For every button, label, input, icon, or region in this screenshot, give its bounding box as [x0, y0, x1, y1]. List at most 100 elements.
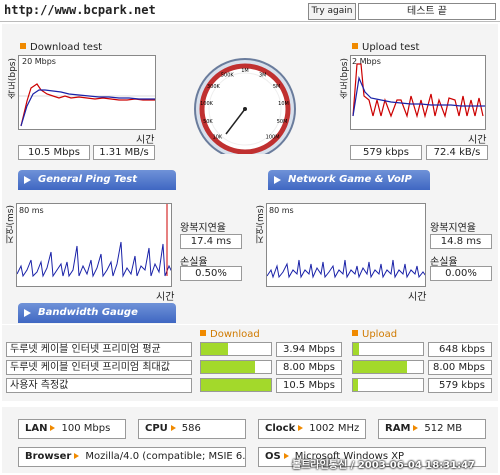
upload-value: 648 kbps [428, 342, 492, 357]
arrow-icon [298, 425, 304, 431]
gauge-tick-label: 10K [213, 135, 223, 141]
download-bar [200, 360, 272, 374]
download-scale: 20 Mbps [22, 57, 56, 66]
ram-info: RAM 512 MB [378, 419, 486, 439]
upload-bar-fill [353, 379, 358, 391]
ping-right-plot [266, 203, 426, 287]
ping-left-rtt: 17.4 ms [180, 234, 242, 249]
ping-left-scale: 80 ms [19, 206, 44, 215]
footer-stamp: 볼트라인통신 / 2003-06-04 18:31:47 [292, 460, 476, 471]
upload-bar [352, 360, 424, 374]
download-value: 3.94 Mbps [276, 342, 342, 357]
gauge-tick-label: 500K [221, 72, 235, 78]
upload-header-text: Upload [362, 329, 398, 340]
download-bar [200, 342, 272, 356]
clock-info: Clock 1002 MHz [258, 419, 366, 439]
cpu-info: CPU 586 [138, 419, 246, 439]
arrow-icon [170, 425, 176, 431]
download-title: Download test [20, 42, 102, 53]
url-text: http://www.bcpark.net [4, 3, 156, 17]
cpu-value: 586 [181, 423, 201, 434]
upload-scale: 2 Mbps [352, 57, 381, 66]
ping-left-graph [17, 204, 171, 278]
upload-xlabel: 시간 [468, 135, 487, 146]
download-header-text: Download [210, 329, 260, 340]
bullet-icon [20, 43, 26, 49]
gauge-tick-label: 100K [200, 101, 214, 107]
download-plot [18, 55, 156, 130]
browser-label: Browser [25, 451, 72, 462]
download-xlabel: 시간 [136, 135, 155, 146]
browser-info: Browser Mozilla/4.0 (compatible; MSIE 6.0 [18, 447, 246, 467]
upload-bar-fill [353, 361, 407, 373]
upload-graph [352, 63, 485, 119]
gauge-tick-label: 1M [241, 68, 249, 74]
header-rule [0, 21, 500, 22]
download-bar-fill [201, 343, 228, 355]
upload-series-red [352, 63, 484, 119]
tab-network-game[interactable]: Network Game & VoIP Test [268, 170, 430, 205]
gauge-tick-label: 100M [266, 135, 280, 141]
arrow-icon [283, 453, 289, 459]
clock-label: Clock [265, 423, 296, 434]
ping-right-scale: 80 ms [269, 206, 294, 215]
gauge-tick-label: 50K [203, 119, 213, 125]
try-again-button[interactable]: Try again [308, 3, 356, 20]
bandwidth-row-label: 두루넷 케이블 인터넷 프리미엄 최대값 [6, 360, 192, 375]
download-title-text: Download test [30, 42, 103, 53]
tab-bandwidth-gauge[interactable]: Bandwidth Gauge [18, 303, 176, 323]
ping-left-series [17, 241, 171, 278]
download-graph [19, 83, 155, 127]
tab-general-ping[interactable]: General Ping Test [18, 170, 176, 190]
ping-right-rtt: 14.8 ms [430, 234, 492, 249]
gauge-tick-label: 50M [277, 119, 288, 125]
gauge-dial: 10K 50K 100K 300K500K 1M 3M 5M 10M 50M 100M [194, 58, 296, 160]
upload-bar-fill [353, 343, 359, 355]
download-header: Download [200, 329, 260, 340]
lan-value: 100 Mbps [61, 423, 111, 434]
bandwidth-row-label: 두루넷 케이블 인터넷 프리미엄 평균 [6, 342, 192, 357]
ping-right-graph [267, 259, 425, 279]
upload-value: 8.00 Mbps [428, 360, 492, 375]
ping-left-rtt-label: 왕복지연율 [180, 223, 226, 234]
download-value: 10.5 Mbps [276, 378, 342, 393]
upload-title: Upload test [352, 42, 419, 53]
lan-info: LAN 100 Mbps [18, 419, 126, 439]
browser-value: Mozilla/4.0 (compatible; MSIE 6.0 [85, 451, 246, 462]
os-label: OS [265, 451, 281, 462]
upload-value-bps: 579 kbps [350, 145, 422, 160]
download-value: 8.00 Mbps [276, 360, 342, 375]
upload-title-text: Upload test [362, 42, 420, 53]
download-bar-fill [201, 361, 255, 373]
arrow-icon [50, 425, 56, 431]
upload-bar [352, 378, 424, 392]
status-text: 테스트 끝 [358, 3, 496, 20]
gauge-tick-label: 5M [273, 84, 281, 90]
bullet-icon [352, 43, 358, 49]
ram-label: RAM [385, 423, 411, 434]
download-value-bps: 10.5 Mbps [18, 145, 90, 160]
cpu-label: CPU [145, 423, 168, 434]
upload-value: 579 kbps [428, 378, 492, 393]
ping-left-loss: 0.50% [180, 266, 242, 281]
download-bar [200, 378, 272, 392]
lan-label: LAN [25, 423, 48, 434]
gauge-tick-label: 300K [207, 84, 221, 90]
ping-left-xlabel: 시간 [156, 292, 175, 303]
bullet-icon [352, 330, 358, 336]
ping-left-plot [16, 203, 172, 287]
upload-plot [350, 55, 486, 130]
download-bar-fill [201, 379, 271, 391]
ping-right-series [267, 259, 425, 279]
bandwidth-row-label: 사용자 측정값 [6, 378, 192, 393]
clock-value: 1002 MHz [309, 423, 360, 434]
arrow-icon [74, 453, 80, 459]
download-series-blue [20, 89, 155, 127]
gauge-tick-label: 10M [278, 101, 289, 107]
ping-right-xlabel: 시간 [408, 292, 427, 303]
ping-right-loss: 0.00% [430, 266, 492, 281]
upload-bar [352, 342, 424, 356]
gauge-tick-label: 3M [259, 72, 267, 78]
upload-value-Bps: 72.4 kB/s [426, 145, 488, 160]
bullet-icon [200, 330, 206, 336]
